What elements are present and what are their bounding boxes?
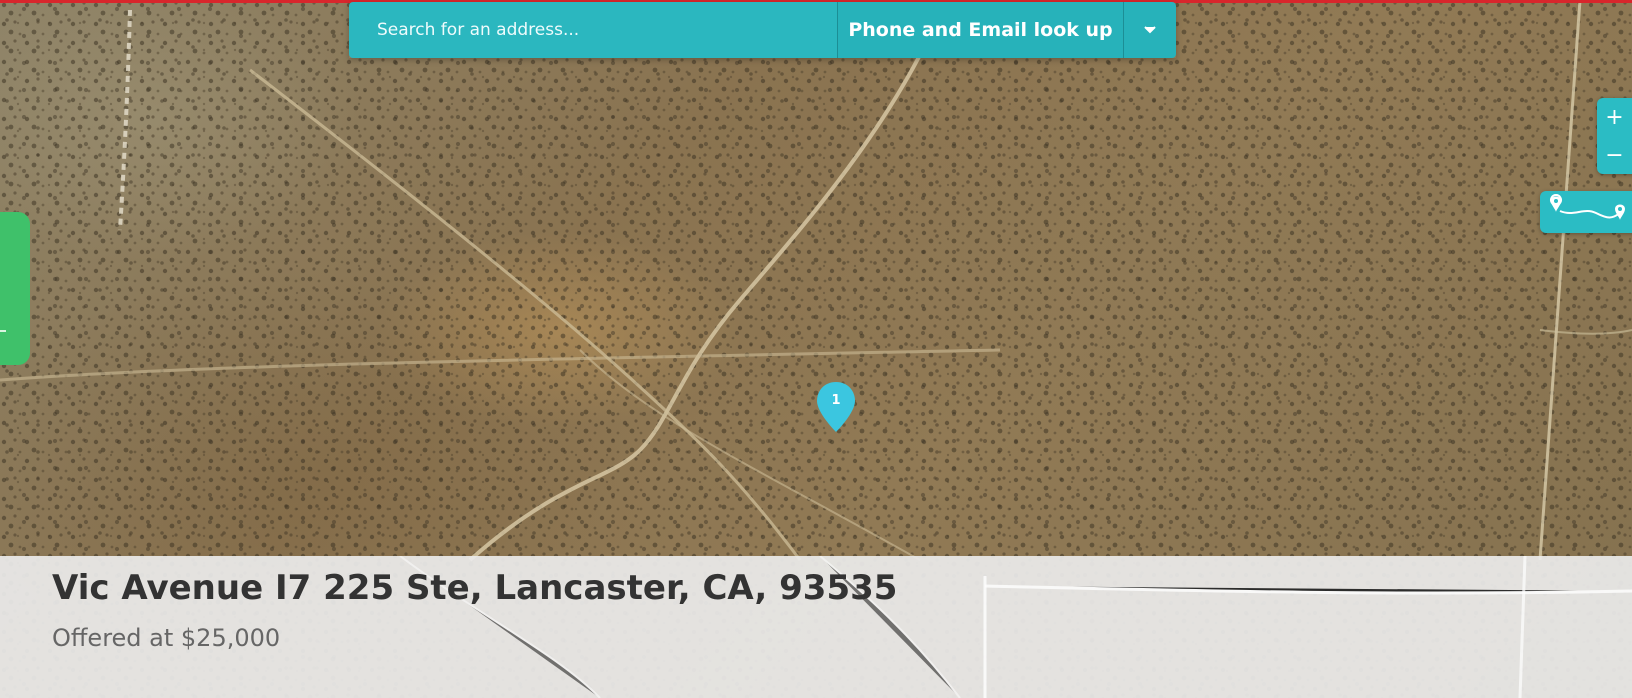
directions-route-button[interactable]	[1540, 191, 1632, 233]
route-icon	[1550, 194, 1625, 220]
zoom-controls: + −	[1597, 98, 1632, 174]
listing-address: Vic Avenue I7 225 Ste, Lancaster, CA, 93…	[52, 568, 898, 608]
zoom-in-button[interactable]: +	[1597, 98, 1632, 136]
phone-email-lookup-button[interactable]: Phone and Email look up	[837, 2, 1123, 58]
property-marker[interactable]: 1	[815, 380, 857, 434]
zoom-out-button[interactable]: −	[1597, 136, 1632, 174]
chevron-down-icon	[1144, 26, 1156, 34]
address-search-input[interactable]	[349, 2, 837, 58]
side-panel-toggle[interactable]	[0, 212, 30, 365]
listing-price: Offered at $25,000	[52, 624, 281, 652]
map-page: Phone and Email look up + − 1	[0, 0, 1632, 698]
search-mode-dropdown-button[interactable]	[1123, 2, 1176, 58]
marker-count-label: 1	[831, 393, 841, 408]
search-bar: Phone and Email look up	[349, 2, 1176, 58]
panel-handle-icon	[0, 330, 6, 332]
